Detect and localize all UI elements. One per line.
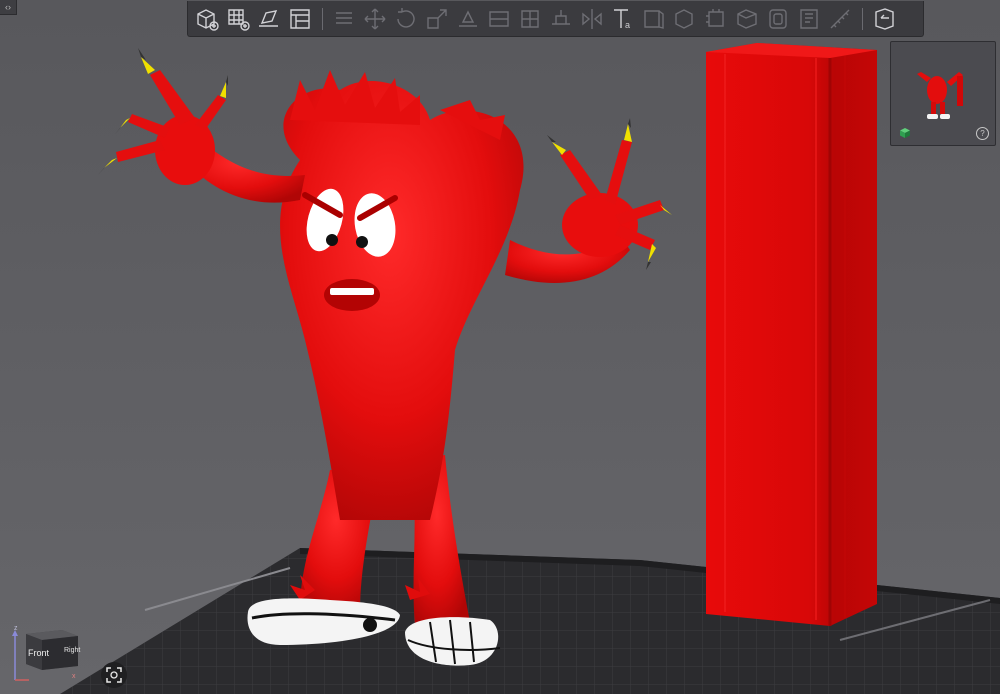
variable-layer-button[interactable] — [794, 4, 824, 34]
scale-button[interactable] — [422, 4, 452, 34]
plate-layout-icon — [290, 8, 310, 29]
lay-on-face-icon — [259, 9, 278, 27]
add-object-icon — [197, 8, 219, 31]
cut-icon — [489, 10, 509, 27]
split-icon — [521, 9, 539, 28]
collapse-sidebar-button[interactable]: ‹› — [0, 0, 17, 15]
rotate-icon — [397, 7, 415, 28]
plate-thumbnail[interactable]: ? — [890, 41, 996, 146]
axis-z-label: z — [14, 625, 18, 632]
support-paint-button[interactable] — [546, 4, 576, 34]
support-paint-icon — [552, 9, 570, 25]
top-toolbar: a — [187, 1, 924, 37]
place-on-face-button[interactable] — [453, 4, 483, 34]
help-icon[interactable]: ? — [976, 127, 989, 140]
arrange-grid-button[interactable] — [223, 4, 253, 34]
3d-viewport[interactable] — [0, 0, 1000, 694]
wipe-tower[interactable] — [706, 43, 877, 626]
split-button[interactable] — [515, 4, 545, 34]
arrange-grid-icon — [228, 8, 250, 31]
hollow-button[interactable] — [763, 4, 793, 34]
axis-x-label: x — [72, 673, 76, 680]
negative-volume-button[interactable] — [732, 4, 762, 34]
rotate-button[interactable] — [391, 4, 421, 34]
variable-layer-icon — [800, 8, 818, 29]
assembly-view-icon — [875, 7, 894, 30]
plate-thumbnail-preview — [917, 72, 963, 119]
object-list-button[interactable] — [639, 4, 669, 34]
move-icon — [364, 8, 386, 29]
zoom-to-fit-button[interactable] — [101, 662, 127, 688]
svg-text:a: a — [625, 20, 630, 30]
toolbar-separator — [322, 7, 323, 30]
scale-icon — [427, 8, 447, 29]
place-on-face-icon — [459, 9, 477, 27]
plate-cube-icon — [900, 128, 910, 138]
measure-icon — [830, 9, 850, 28]
plate-layout-button[interactable] — [285, 4, 315, 34]
measure-button[interactable] — [825, 4, 855, 34]
mirror-button[interactable] — [577, 4, 607, 34]
add-object-button[interactable] — [192, 4, 222, 34]
cut-button[interactable] — [484, 4, 514, 34]
modifier-button[interactable] — [670, 4, 700, 34]
modifier-icon — [675, 8, 693, 29]
object-list-icon — [644, 9, 664, 29]
scene-canvas — [0, 0, 1000, 694]
hollow-icon — [769, 8, 787, 29]
menu-lines-button[interactable] — [329, 4, 359, 34]
move-button[interactable] — [360, 4, 390, 34]
toolbar-separator — [862, 7, 863, 30]
text-button[interactable]: a — [608, 4, 638, 34]
lay-on-face-button[interactable] — [254, 4, 284, 34]
zoom-fit-icon — [106, 667, 122, 683]
view-cube-front-label[interactable]: Front — [28, 648, 49, 658]
assembly-view-button[interactable] — [869, 4, 899, 34]
view-cube-side-label[interactable]: Right — [64, 647, 80, 654]
negative-volume-icon — [737, 8, 757, 29]
menu-lines-icon — [336, 11, 352, 24]
text-icon: a — [614, 8, 630, 30]
seam-paint-button[interactable] — [701, 4, 731, 34]
mirror-icon — [582, 8, 602, 29]
seam-paint-icon — [706, 8, 724, 27]
